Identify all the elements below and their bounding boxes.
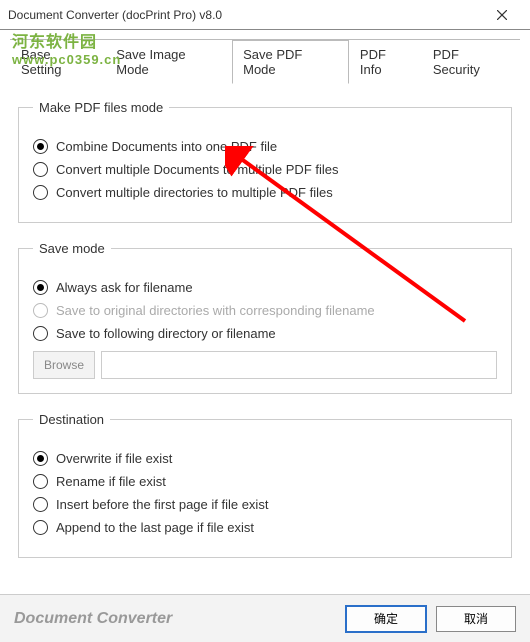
- tab-content: Make PDF files mode Combine Documents in…: [0, 84, 530, 584]
- radio-rename[interactable]: Rename if file exist: [33, 474, 497, 489]
- radio-overwrite[interactable]: Overwrite if file exist: [33, 451, 497, 466]
- tab-pdf-info[interactable]: PDF Info: [349, 40, 422, 84]
- ok-button[interactable]: 确定: [346, 606, 426, 632]
- tab-save-pdf-mode[interactable]: Save PDF Mode: [232, 40, 349, 84]
- radio-label: Convert multiple Documents to multiple P…: [56, 162, 339, 177]
- radio-icon: [33, 185, 48, 200]
- radio-icon: [33, 303, 48, 318]
- close-button[interactable]: [482, 1, 522, 29]
- group-make-pdf: Make PDF files mode Combine Documents in…: [18, 100, 512, 223]
- titlebar: Document Converter (docPrint Pro) v8.0: [0, 0, 530, 30]
- radio-label: Save to following directory or filename: [56, 326, 276, 341]
- footer: Document Converter 确定 取消: [0, 594, 530, 642]
- radio-icon: [33, 139, 48, 154]
- radio-icon: [33, 162, 48, 177]
- radio-icon: [33, 326, 48, 341]
- radio-save-following[interactable]: Save to following directory or filename: [33, 326, 497, 341]
- radio-label: Combine Documents into one PDF file: [56, 139, 277, 154]
- radio-label: Append to the last page if file exist: [56, 520, 254, 535]
- radio-combine[interactable]: Combine Documents into one PDF file: [33, 139, 497, 154]
- radio-insert-before[interactable]: Insert before the first page if file exi…: [33, 497, 497, 512]
- group-destination: Destination Overwrite if file exist Rena…: [18, 412, 512, 558]
- browse-row: Browse: [33, 351, 497, 379]
- radio-label: Always ask for filename: [56, 280, 193, 295]
- group-make-pdf-legend: Make PDF files mode: [33, 100, 169, 115]
- group-destination-legend: Destination: [33, 412, 110, 427]
- path-input[interactable]: [101, 351, 497, 379]
- cancel-button[interactable]: 取消: [436, 606, 516, 632]
- radio-icon: [33, 280, 48, 295]
- radio-append[interactable]: Append to the last page if file exist: [33, 520, 497, 535]
- radio-icon: [33, 474, 48, 489]
- footer-brand: Document Converter: [14, 610, 336, 628]
- tab-base-setting[interactable]: Base Setting: [10, 40, 105, 84]
- radio-icon: [33, 451, 48, 466]
- group-save-mode: Save mode Always ask for filename Save t…: [18, 241, 512, 394]
- tab-pdf-security[interactable]: PDF Security: [422, 40, 520, 84]
- radio-label: Convert multiple directories to multiple…: [56, 185, 333, 200]
- window-title: Document Converter (docPrint Pro) v8.0: [8, 8, 482, 22]
- tab-bar: Base Setting Save Image Mode Save PDF Mo…: [10, 40, 520, 84]
- radio-icon: [33, 520, 48, 535]
- radio-label: Insert before the first page if file exi…: [56, 497, 268, 512]
- browse-button[interactable]: Browse: [33, 351, 95, 379]
- radio-multi-docs[interactable]: Convert multiple Documents to multiple P…: [33, 162, 497, 177]
- tab-save-image-mode[interactable]: Save Image Mode: [105, 40, 232, 84]
- radio-always-ask[interactable]: Always ask for filename: [33, 280, 497, 295]
- radio-multi-dirs[interactable]: Convert multiple directories to multiple…: [33, 185, 497, 200]
- radio-label: Rename if file exist: [56, 474, 166, 489]
- group-save-mode-legend: Save mode: [33, 241, 111, 256]
- radio-icon: [33, 497, 48, 512]
- close-icon: [497, 10, 507, 20]
- radio-save-original: Save to original directories with corres…: [33, 303, 497, 318]
- radio-label: Overwrite if file exist: [56, 451, 172, 466]
- radio-label: Save to original directories with corres…: [56, 303, 375, 318]
